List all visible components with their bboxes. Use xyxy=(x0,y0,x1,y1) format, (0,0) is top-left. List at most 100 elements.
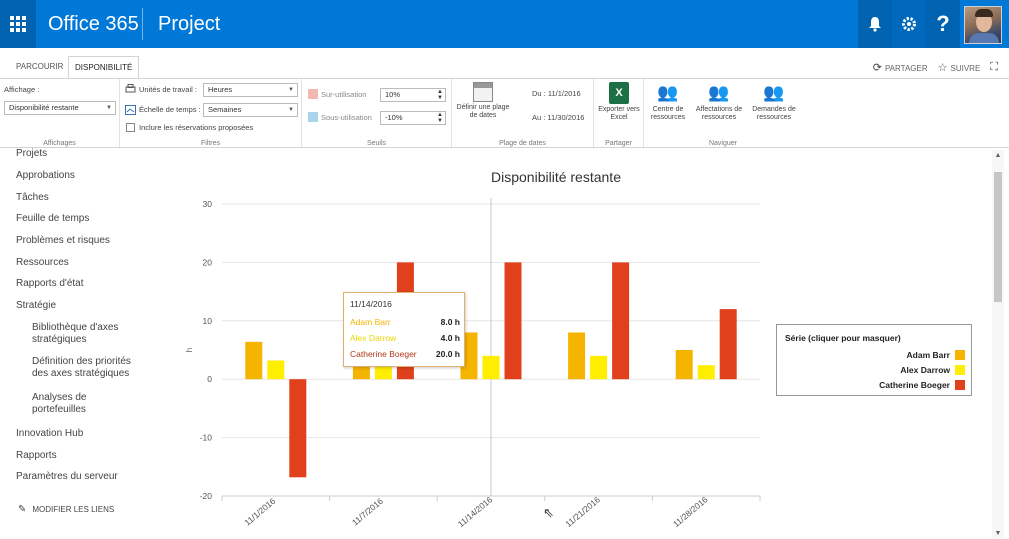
group-plage: Définir une plage de dates Du : 11/1/201… xyxy=(452,79,594,149)
app-launcher-button[interactable] xyxy=(0,0,36,48)
x-tick-label: 11/14/2016 xyxy=(456,494,495,529)
chart-legend: Série (cliquer pour masquer) Adam Barr A… xyxy=(776,324,972,396)
bar-catherine-boeger xyxy=(719,309,737,380)
nav-item-ressources[interactable]: Ressources xyxy=(16,257,69,269)
user-avatar[interactable] xyxy=(964,6,1002,44)
tooltip-date: 11/14/2016 xyxy=(350,299,392,309)
scale-label: Échelle de temps : xyxy=(139,105,201,114)
units-label: Unités de travail : xyxy=(139,85,197,94)
tooltip-series-value: 20.0 h xyxy=(435,349,460,359)
x-tick-label: 11/21/2016 xyxy=(563,494,602,529)
notifications-button[interactable] xyxy=(858,0,892,48)
resource-assignments-button[interactable]: 👥 Affectations de ressources xyxy=(690,82,748,122)
nav-subitem-analyses[interactable]: Analyses de portefeuilles xyxy=(32,392,86,416)
under-utilization-input[interactable]: -10% ▲ ▼ xyxy=(380,111,446,125)
resource-assignments-icon: 👥 xyxy=(708,83,730,102)
settings-button[interactable] xyxy=(892,0,926,48)
y-tick-label: -20 xyxy=(200,491,213,501)
tooltip-row: Alex Darrow 4.0 h xyxy=(350,333,460,347)
tooltip-series-name: Alex Darrow xyxy=(350,333,397,343)
left-navigation: Projets Approbations Tâches Feuille de t… xyxy=(0,148,180,539)
nav-subitem-bibliotheque[interactable]: Bibliothèque d'axes stratégiques xyxy=(32,322,118,346)
scrollbar-thumb[interactable] xyxy=(994,172,1002,302)
resource-requests-button[interactable]: 👥 Demandes de ressources xyxy=(748,82,800,122)
nav-item-taches[interactable]: Tâches xyxy=(16,192,49,204)
nav-item-rapports[interactable]: Rapports xyxy=(16,450,57,462)
bar-catherine-boeger xyxy=(289,379,307,478)
scroll-up-icon[interactable]: ▲ xyxy=(992,152,1004,159)
group-title: Filtres xyxy=(200,140,221,147)
legend-swatch xyxy=(955,350,965,360)
spinner-icon[interactable]: ▲ ▼ xyxy=(437,89,443,101)
group-title: Seuils xyxy=(366,140,387,147)
group-naviguer: 👥 Centre de ressources 👥 Affectations de… xyxy=(644,79,802,149)
focus-content-button[interactable]: ⛶ xyxy=(990,61,1001,74)
printer-icon xyxy=(125,84,136,93)
nav-item-parametres[interactable]: Paramètres du serveur xyxy=(16,471,118,483)
resource-center-button[interactable]: 👥 Centre de ressources xyxy=(646,82,690,122)
tab-disponibilite[interactable]: DISPONIBILITÉ xyxy=(68,56,140,78)
tab-parcourir[interactable]: PARCOURIR xyxy=(10,56,69,78)
tooltip-series-value: 8.0 h xyxy=(440,317,460,327)
view-dropdown[interactable]: Disponibilité restante ▼ xyxy=(4,101,116,115)
nav-item-strategie[interactable]: Stratégie xyxy=(16,300,56,312)
app-name[interactable]: Project xyxy=(158,0,220,48)
tooltip-series-name: Catherine Boeger xyxy=(350,349,417,359)
y-tick-label: -10 xyxy=(200,433,213,443)
over-utilization-swatch xyxy=(308,89,318,99)
include-proposed-checkbox[interactable] xyxy=(126,123,135,132)
resource-center-icon: 👥 xyxy=(657,83,679,102)
spinner-icon[interactable]: ▲ ▼ xyxy=(437,112,443,124)
calendar-scale-icon xyxy=(125,105,136,115)
bar-alex-darrow xyxy=(590,355,608,380)
nav-item-problemes[interactable]: Problèmes et risques xyxy=(16,235,110,247)
chevron-down-icon: ▼ xyxy=(106,105,112,111)
bell-icon xyxy=(869,17,881,32)
help-button[interactable]: ? xyxy=(926,0,960,48)
excel-icon: X xyxy=(609,82,629,104)
units-dropdown[interactable]: Heures ▼ xyxy=(203,83,298,97)
nav-subitem-priorites[interactable]: Définition des priorités des axes stratég… xyxy=(32,356,131,380)
nav-item-feuille-de-temps[interactable]: Feuille de temps xyxy=(16,213,89,225)
scroll-down-icon[interactable]: ▼ xyxy=(992,530,1004,537)
chevron-down-icon: ▼ xyxy=(288,107,294,113)
set-date-range-button[interactable]: Définir une plage de dates xyxy=(456,82,510,120)
export-excel-button[interactable]: X Exporter vers Excel xyxy=(596,82,642,122)
tooltip-series-value: 4.0 h xyxy=(440,333,460,343)
vertical-scrollbar[interactable]: ▲ ▼ xyxy=(992,150,1004,539)
date-to: Au : 11/30/2016 xyxy=(532,113,585,122)
tooltip-row: Adam Barr 8.0 h xyxy=(350,317,460,331)
x-tick-label: 11/1/2016 xyxy=(242,496,277,528)
group-filtres: Unités de travail : Heures ▼ Échelle de t… xyxy=(120,79,302,149)
nav-item-projets[interactable]: Projets xyxy=(16,148,47,160)
share-button[interactable]: ⟳ PARTAGER xyxy=(873,61,928,74)
legend-item-alex-darrow[interactable]: Alex Darrow xyxy=(900,364,965,376)
ribbon: Affichage : Disponibilité restante ▼ Affi… xyxy=(0,78,1009,149)
over-utilization-label: Sur-utilisation xyxy=(321,90,367,99)
bar-catherine-boeger xyxy=(612,262,630,380)
scale-dropdown[interactable]: Semaines ▼ xyxy=(203,103,298,117)
group-title: Naviguer xyxy=(708,140,737,147)
star-icon: ☆ xyxy=(937,61,948,74)
legend-item-adam-barr[interactable]: Adam Barr xyxy=(907,349,965,361)
group-affichages: Affichage : Disponibilité restante ▼ Affi… xyxy=(0,79,120,149)
suite-bar: Office 365 Project ? xyxy=(0,0,1009,48)
x-tick-label: 11/28/2016 xyxy=(671,494,710,529)
legend-swatch xyxy=(955,365,965,375)
focus-icon: ⛶ xyxy=(990,60,998,73)
chart-tooltip: 11/14/2016 Adam Barr 8.0 h Alex Darrow 4… xyxy=(343,292,465,367)
bar-adam-barr xyxy=(245,341,263,380)
bar-catherine-boeger xyxy=(504,262,522,380)
group-title: Partager xyxy=(605,140,632,147)
bar-alex-darrow xyxy=(697,365,715,380)
nav-item-innovation-hub[interactable]: Innovation Hub xyxy=(16,428,83,440)
y-tick-label: 0 xyxy=(207,374,212,384)
nav-item-approbations[interactable]: Approbations xyxy=(16,170,75,182)
over-utilization-input[interactable]: 10% ▲ ▼ xyxy=(380,88,446,102)
office365-brand[interactable]: Office 365 xyxy=(48,0,139,48)
legend-item-catherine-boeger[interactable]: Catherine Boeger xyxy=(879,379,965,391)
nav-item-rapports-etat[interactable]: Rapports d'état xyxy=(16,278,84,290)
modify-links-button[interactable]: ✎ MODIFIER LES LIENS xyxy=(18,504,114,515)
follow-button[interactable]: ☆ SUIVRE xyxy=(938,61,981,74)
bar-adam-barr xyxy=(675,350,693,380)
